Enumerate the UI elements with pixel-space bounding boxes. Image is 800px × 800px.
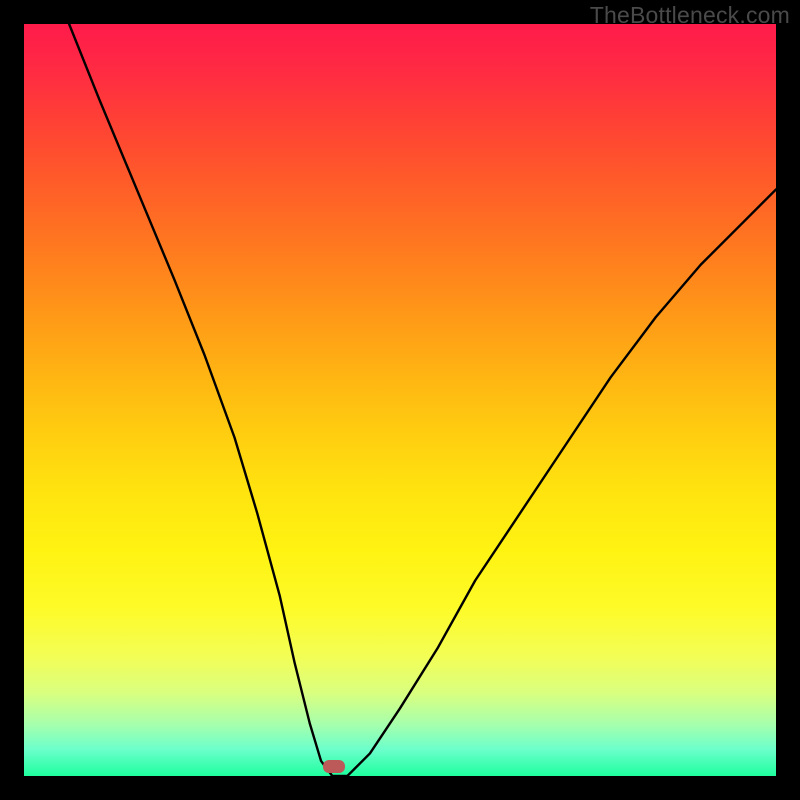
plot-area <box>24 24 776 776</box>
bottleneck-curve-path <box>69 24 776 776</box>
curve-svg <box>24 24 776 776</box>
chart-frame: TheBottleneck.com <box>0 0 800 800</box>
optimum-marker <box>323 760 345 773</box>
watermark-text: TheBottleneck.com <box>590 2 790 29</box>
